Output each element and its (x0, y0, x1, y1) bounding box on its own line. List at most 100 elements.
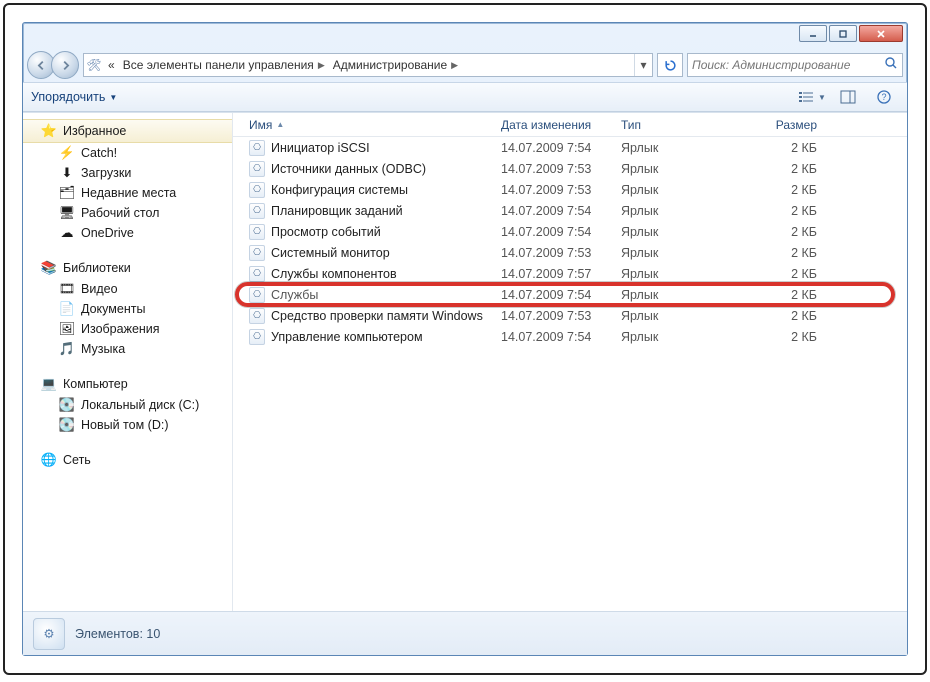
sidebar-item-label: Рабочий стол (81, 206, 159, 220)
sidebar-item-label: Загрузки (81, 166, 131, 180)
sidebar-item-label: Новый том (D:) (81, 418, 169, 432)
item-icon: ☁ (59, 225, 75, 241)
file-name: Планировщик заданий (271, 204, 403, 218)
sidebar-item-libraries-2[interactable]: 🖼 Изображения (23, 319, 232, 339)
sidebar-item-favorites-0[interactable]: ⚡Catch! (23, 143, 232, 163)
file-row[interactable]: ⎔ Службы компонентов 14.07.2009 7:57Ярлык2… (233, 263, 907, 284)
navigation-pane: ⭐Избранное ⚡Catch!⬇Загрузки 🗂 Недавние мес… (23, 113, 233, 611)
file-size: 2 КБ (733, 204, 823, 218)
file-type: Ярлык (615, 204, 733, 218)
sidebar-favorites-header[interactable]: ⭐Избранное (23, 119, 232, 143)
location-icon: 🛠 (84, 58, 104, 72)
file-date: 14.07.2009 7:54 (495, 204, 615, 218)
file-size: 2 КБ (733, 330, 823, 344)
sidebar-computer-header[interactable]: 💻Компьютер (23, 373, 232, 395)
shortcut-icon: ⎔ (249, 245, 265, 261)
nav-forward-button[interactable] (51, 51, 79, 79)
sidebar-item-libraries-0[interactable]: 🎞Видео (23, 279, 232, 299)
refresh-button[interactable] (657, 53, 683, 77)
sidebar-item-favorites-1[interactable]: ⬇Загрузки (23, 163, 232, 183)
sidebar-item-label: Изображения (81, 322, 160, 336)
sidebar-item-libraries-3[interactable]: 🎵 Музыка (23, 339, 232, 359)
sidebar-item-computer-0[interactable]: 💽 Локальный диск (C:) (23, 395, 232, 415)
item-icon: 🗂 (59, 185, 75, 201)
sidebar-network-header[interactable]: 🌐Сеть (23, 449, 232, 471)
column-header-date[interactable]: Дата изменения (495, 118, 615, 132)
file-row[interactable]: ⎔ Планировщик заданий 14.07.2009 7:54Ярлык… (233, 200, 907, 221)
close-button[interactable] (859, 25, 903, 42)
breadcrumb-prefix[interactable]: « (104, 54, 119, 76)
file-date: 14.07.2009 7:54 (495, 330, 615, 344)
shortcut-icon: ⎔ (249, 224, 265, 240)
sidebar-item-label: Музыка (81, 342, 125, 356)
shortcut-icon: ⎔ (249, 287, 265, 303)
organize-menu[interactable]: Упорядочить ▼ (31, 90, 117, 104)
file-row[interactable]: ⎔ Просмотр событий 14.07.2009 7:54Ярлык2 К… (233, 221, 907, 242)
file-row[interactable]: ⎔Конфигурация системы14.07.2009 7:53Ярлы… (233, 179, 907, 200)
sidebar-item-libraries-1[interactable]: 📄Документы (23, 299, 232, 319)
column-header-name[interactable]: Имя▲ (243, 118, 495, 132)
file-date: 14.07.2009 7:57 (495, 267, 615, 281)
item-icon: 🎞 (59, 281, 75, 297)
file-name: Службы компонентов (271, 267, 397, 281)
file-type: Ярлык (615, 141, 733, 155)
item-icon: 🖼 (59, 321, 75, 337)
sidebar-item-computer-1[interactable]: 💽Новый том (D:) (23, 415, 232, 435)
shortcut-icon: ⎔ (249, 140, 265, 156)
maximize-button[interactable] (829, 25, 857, 42)
organize-label: Упорядочить (31, 90, 105, 104)
file-type: Ярлык (615, 225, 733, 239)
view-options-button[interactable]: ▼ (797, 86, 827, 108)
file-type: Ярлык (615, 267, 733, 281)
shortcut-icon: ⎔ (249, 203, 265, 219)
file-size: 2 КБ (733, 162, 823, 176)
file-name: Средство проверки памяти Windows (271, 309, 483, 323)
sidebar-libraries-header[interactable]: 📚Библиотеки (23, 257, 232, 279)
sidebar-item-favorites-3[interactable]: 🖥Рабочий стол (23, 203, 232, 223)
file-type: Ярлык (615, 330, 733, 344)
search-input[interactable] (692, 58, 884, 72)
preview-pane-button[interactable] (833, 86, 863, 108)
chevron-down-icon: ▼ (109, 93, 117, 102)
file-size: 2 КБ (733, 141, 823, 155)
sidebar-item-favorites-2[interactable]: 🗂 Недавние места (23, 183, 232, 203)
file-row[interactable]: ⎔Инициатор iSCSI14.07.2009 7:54Ярлык2 КБ (233, 137, 907, 158)
file-row[interactable]: ⎔Источники данных (ODBC)14.07.2009 7:53Я… (233, 158, 907, 179)
shortcut-icon: ⎔ (249, 266, 265, 282)
help-button[interactable]: ? (869, 86, 899, 108)
file-type: Ярлык (615, 246, 733, 260)
item-icon: 💽 (59, 397, 75, 413)
file-row[interactable]: ⎔Средство проверки памяти Windows14.07.2… (233, 305, 907, 326)
search-box[interactable] (687, 53, 903, 77)
minimize-button[interactable] (799, 25, 827, 42)
file-date: 14.07.2009 7:53 (495, 183, 615, 197)
file-row[interactable]: ⎔Управление компьютером14.07.2009 7:54Яр… (233, 326, 907, 347)
file-name: Конфигурация системы (271, 183, 408, 197)
breadcrumb-part-1[interactable]: Все элементы панели управления▶ (119, 54, 329, 76)
sidebar-item-label: Документы (81, 302, 145, 316)
sidebar-item-label: Недавние места (81, 186, 176, 200)
libraries-icon: 📚 (41, 260, 57, 276)
column-header-size[interactable]: Размер (733, 118, 823, 132)
svg-text:?: ? (881, 92, 886, 102)
file-name: Просмотр событий (271, 225, 381, 239)
computer-icon: 💻 (41, 376, 57, 392)
sidebar-item-label: Локальный диск (C:) (81, 398, 199, 412)
file-size: 2 КБ (733, 288, 823, 302)
file-type: Ярлык (615, 183, 733, 197)
file-name: Управление компьютером (271, 330, 423, 344)
column-headers: Имя▲ Дата изменения Тип Размер (233, 113, 907, 137)
file-size: 2 КБ (733, 225, 823, 239)
breadcrumb-part-2[interactable]: Администрирование▶ (329, 54, 462, 76)
item-icon: 🎵 (59, 341, 75, 357)
sidebar-item-favorites-4[interactable]: ☁OneDrive (23, 223, 232, 243)
file-type: Ярлык (615, 162, 733, 176)
file-size: 2 КБ (733, 309, 823, 323)
address-bar[interactable]: 🛠 « Все элементы панели управления▶ Адми… (83, 53, 653, 77)
address-dropdown-button[interactable]: ▾ (634, 54, 652, 76)
file-row[interactable]: ⎔Системный монитор14.07.2009 7:53Ярлык2 … (233, 242, 907, 263)
file-row[interactable]: ⎔Службы14.07.2009 7:54Ярлык2 КБ (233, 284, 907, 305)
column-header-type[interactable]: Тип (615, 118, 733, 132)
file-size: 2 КБ (733, 267, 823, 281)
file-date: 14.07.2009 7:54 (495, 225, 615, 239)
